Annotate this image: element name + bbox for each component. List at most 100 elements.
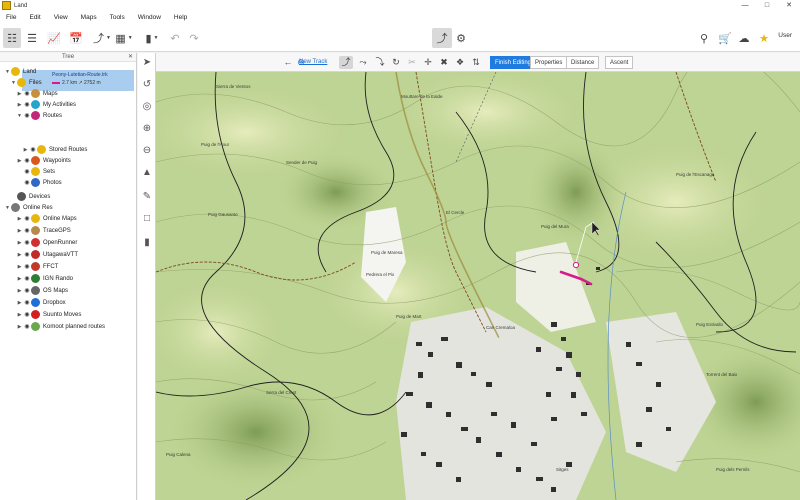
- snap-icon[interactable]: ❖: [453, 56, 467, 69]
- expand-toggle-icon[interactable]: ▶: [16, 91, 23, 97]
- zoom-out-icon[interactable]: ⊖: [141, 145, 153, 157]
- undo-icon[interactable]: ↶: [168, 28, 182, 48]
- visibility-eye-icon[interactable]: ◉: [23, 275, 31, 282]
- tree-item[interactable]: ◉ Sets: [16, 166, 55, 177]
- visibility-eye-icon[interactable]: ◉: [23, 157, 31, 164]
- expand-toggle-icon[interactable]: ▶: [16, 216, 23, 222]
- tab-properties[interactable]: Properties: [530, 56, 568, 69]
- expand-toggle-icon[interactable]: ▶: [16, 288, 23, 294]
- list-view-icon[interactable]: ☰: [24, 28, 40, 48]
- shop-cart-icon[interactable]: 🛒: [718, 28, 732, 48]
- map-layers-icon[interactable]: ▦ ▼: [114, 28, 134, 48]
- visibility-eye-icon[interactable]: ◉: [29, 146, 37, 153]
- select-area-icon[interactable]: □: [141, 213, 153, 225]
- expand-toggle-icon[interactable]: ▶: [16, 240, 23, 246]
- visibility-eye-icon[interactable]: ◉: [23, 323, 31, 330]
- expand-toggle-icon[interactable]: ▼: [4, 205, 11, 211]
- close-icon[interactable]: ✕: [128, 53, 133, 62]
- expand-toggle-icon[interactable]: ▶: [16, 228, 23, 234]
- zoom-in-icon[interactable]: ⊕: [141, 123, 153, 135]
- topographic-map[interactable]: Sierra de Vientos Mouttare de la Ealde P…: [156, 72, 800, 500]
- visibility-eye-icon[interactable]: ◉: [23, 227, 31, 234]
- expand-toggle-icon[interactable]: ▶: [16, 102, 23, 108]
- tree-item[interactable]: ▶ ◉ UtagawaVTT: [16, 249, 78, 260]
- visibility-eye-icon[interactable]: ◉: [23, 263, 31, 270]
- tree-item[interactable]: ▶ ◉ Waypoints: [16, 155, 71, 166]
- expand-toggle-icon[interactable]: ▶: [16, 312, 23, 318]
- tree-item[interactable]: ▶ ◉ My Activities: [16, 99, 76, 110]
- back-arrow-icon[interactable]: ←: [282, 56, 294, 69]
- tab-distance[interactable]: Distance: [566, 56, 600, 69]
- delete-point-icon[interactable]: ✖: [437, 56, 451, 69]
- tab-ascent[interactable]: Ascent: [605, 56, 634, 69]
- tree-item[interactable]: ▼ ◉ Routes: [16, 110, 62, 121]
- visibility-eye-icon[interactable]: ◉: [23, 112, 31, 119]
- north-arrow-icon[interactable]: ➤: [141, 57, 153, 69]
- maximize-button[interactable]: □: [756, 0, 778, 11]
- visibility-eye-icon[interactable]: ◉: [23, 90, 31, 97]
- reverse-icon[interactable]: ↻: [389, 56, 403, 69]
- favorites-star-icon[interactable]: ★: [757, 28, 771, 48]
- visibility-eye-icon[interactable]: ◉: [23, 311, 31, 318]
- expand-toggle-icon[interactable]: ▼: [4, 69, 11, 75]
- layers-icon[interactable]: ▮: [141, 237, 153, 249]
- minimize-button[interactable]: —: [734, 0, 756, 11]
- tree-item[interactable]: Devices: [10, 191, 50, 202]
- rotate-icon[interactable]: ↺: [141, 79, 153, 91]
- menu-file[interactable]: File: [6, 14, 16, 21]
- route-settings-icon[interactable]: ⚙: [454, 28, 468, 48]
- cloud-sync-icon[interactable]: ☁: [737, 28, 751, 48]
- menu-tools[interactable]: Tools: [110, 14, 125, 21]
- tree-item[interactable]: ▶ ◉ Online Maps: [16, 213, 77, 224]
- close-window-button[interactable]: ✕: [778, 0, 800, 11]
- menu-view[interactable]: View: [54, 14, 68, 21]
- tree-item[interactable]: ▶ ◉ Komoot planned routes: [16, 321, 105, 332]
- expand-toggle-icon[interactable]: ▼: [16, 113, 23, 119]
- visibility-eye-icon[interactable]: ◉: [23, 179, 31, 186]
- visibility-eye-icon[interactable]: ◉: [23, 287, 31, 294]
- visibility-eye-icon[interactable]: ◉: [23, 299, 31, 306]
- tree-item[interactable]: ◉ Photos: [16, 177, 62, 188]
- expand-toggle-icon[interactable]: ▶: [16, 158, 23, 164]
- device-icon[interactable]: ▮ ▼: [143, 28, 161, 48]
- draw-route-icon[interactable]: ⤴: [432, 28, 452, 48]
- visibility-eye-icon[interactable]: ◉: [23, 239, 31, 246]
- visibility-eye-icon[interactable]: ◉: [23, 168, 31, 175]
- join-segment-icon[interactable]: ⤵: [373, 56, 387, 69]
- insert-point-icon[interactable]: ✛: [421, 56, 435, 69]
- selected-route-name[interactable]: Peony-Lutetian-Route.trk: [52, 72, 108, 78]
- tree-item[interactable]: ▼ Files: [10, 77, 42, 88]
- ruler-icon[interactable]: ✎: [141, 191, 153, 203]
- menu-maps[interactable]: Maps: [81, 14, 97, 21]
- tree-item[interactable]: ▶ ◉ Suunto Moves: [16, 309, 81, 320]
- visibility-eye-icon[interactable]: ◉: [23, 215, 31, 222]
- tree-item[interactable]: ▶ ◉ Dropbox: [16, 297, 66, 308]
- expand-toggle-icon[interactable]: ▶: [16, 300, 23, 306]
- chart-view-icon[interactable]: 📈: [46, 28, 62, 48]
- expand-toggle-icon[interactable]: ▶: [16, 264, 23, 270]
- menu-edit[interactable]: Edit: [29, 14, 40, 21]
- cut-icon[interactable]: ✂: [405, 56, 419, 69]
- new-track-link[interactable]: New Track: [299, 57, 327, 68]
- search-icon[interactable]: ⚲: [697, 28, 711, 48]
- route-tools-icon[interactable]: ⤴ ▼: [92, 28, 112, 48]
- split-segment-icon[interactable]: ⤳: [356, 56, 370, 69]
- user-menu[interactable]: User: [778, 32, 792, 39]
- expand-toggle-icon[interactable]: ▶: [16, 324, 23, 330]
- terrain-3d-icon[interactable]: ▲: [141, 167, 153, 179]
- tree-item[interactable]: ▶ ◉ TraceGPS: [16, 225, 71, 236]
- expand-toggle-icon[interactable]: ▼: [10, 80, 17, 86]
- tree-item[interactable]: ▶ ◉ FFCT: [16, 261, 58, 272]
- tree-item[interactable]: ▶ ◉ OpenRunner: [16, 237, 77, 248]
- tree-toggle-icon[interactable]: ☷: [3, 28, 21, 48]
- tree-item[interactable]: ▶ ◉ Maps: [16, 88, 58, 99]
- draw-segment-icon[interactable]: ⤴: [339, 56, 353, 69]
- visibility-eye-icon[interactable]: ◉: [23, 251, 31, 258]
- tree-item[interactable]: ▶ ◉ OS Maps: [16, 285, 68, 296]
- calendar-icon[interactable]: 📅: [68, 28, 84, 48]
- menu-window[interactable]: Window: [138, 14, 161, 21]
- tree-item[interactable]: ▶ ◉ Stored Routes: [22, 144, 87, 155]
- menu-help[interactable]: Help: [174, 14, 187, 21]
- expand-toggle-icon[interactable]: ▶: [16, 252, 23, 258]
- expand-toggle-icon[interactable]: ▶: [22, 147, 29, 153]
